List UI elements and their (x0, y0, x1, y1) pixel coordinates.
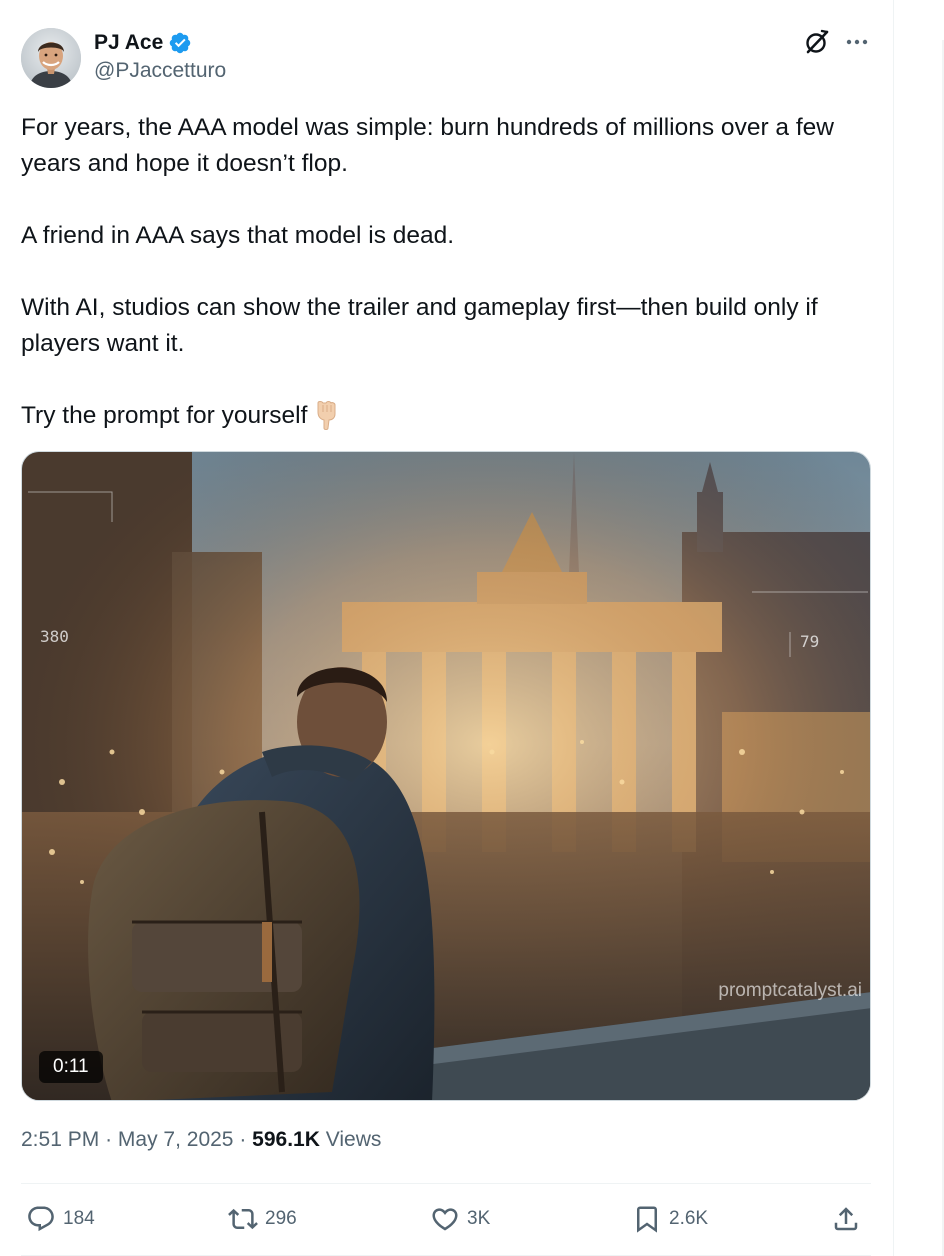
video-watermark: promptcatalyst.ai (718, 980, 862, 1001)
repost-button[interactable]: 296 (228, 1202, 297, 1236)
hud-right-readout: 79 (800, 632, 820, 651)
verified-badge-icon[interactable] (168, 31, 192, 55)
repost-count: 296 (265, 1208, 297, 1229)
video-duration-badge: 0:11 (39, 1051, 103, 1083)
hud-left-readout: 380 (40, 627, 69, 646)
video-player[interactable]: 380 79 promptcatalyst.ai 0:11 (21, 451, 871, 1101)
views-count[interactable]: 596.1K (252, 1128, 320, 1151)
tweet-date[interactable]: May 7, 2025 (118, 1128, 234, 1151)
meta-separator: · (239, 1128, 247, 1151)
like-button[interactable]: 3K (430, 1202, 490, 1236)
like-count: 3K (467, 1208, 491, 1229)
bookmark-count: 2.6K (669, 1208, 709, 1229)
reply-count: 184 (63, 1208, 95, 1229)
share-button[interactable] (831, 1202, 868, 1236)
tweet-paragraph: A friend in AAA says that model is dead. (21, 222, 455, 249)
author-name[interactable]: PJ Ace (94, 31, 163, 55)
author-handle[interactable]: @PJaccetturo (94, 59, 226, 83)
more-icon[interactable] (843, 28, 871, 56)
divider (21, 1183, 871, 1184)
tweet-post: PJ Ace @PJaccetturo For years, the AAA m… (0, 0, 893, 1256)
share-icon (834, 1207, 858, 1231)
tweet-paragraph: For years, the AAA model was simple: bur… (21, 114, 834, 177)
grok-icon[interactable] (803, 28, 831, 56)
author-block: PJ Ace @PJaccetturo (94, 30, 226, 83)
avatar-photo (21, 28, 81, 88)
bookmark-button[interactable]: 2.6K (632, 1202, 708, 1236)
views-label: Views (325, 1128, 382, 1151)
repost-icon (228, 1208, 258, 1230)
heart-icon (432, 1208, 458, 1231)
pointing-down-emoji (317, 401, 336, 430)
tweet-text: For years, the AAA model was simple: bur… (21, 110, 871, 434)
author-avatar[interactable] (21, 28, 81, 88)
reply-icon (28, 1206, 54, 1232)
tweet-paragraph: With AI, studios can show the trailer an… (21, 294, 818, 357)
video-thumbnail (22, 452, 870, 1100)
tweet-meta: 2:51 PM · May 7, 2025 · 596.1K Views (21, 1128, 381, 1152)
tweet-paragraph: Try the prompt for yourself (21, 402, 308, 429)
tweet-time[interactable]: 2:51 PM (21, 1128, 99, 1151)
reply-button[interactable]: 184 (26, 1202, 95, 1236)
right-sidebar-edge (893, 0, 944, 1256)
bookmark-icon (637, 1206, 657, 1233)
tweet-paragraph-last: Try the prompt for yourself (21, 398, 871, 434)
meta-separator: · (105, 1128, 113, 1151)
